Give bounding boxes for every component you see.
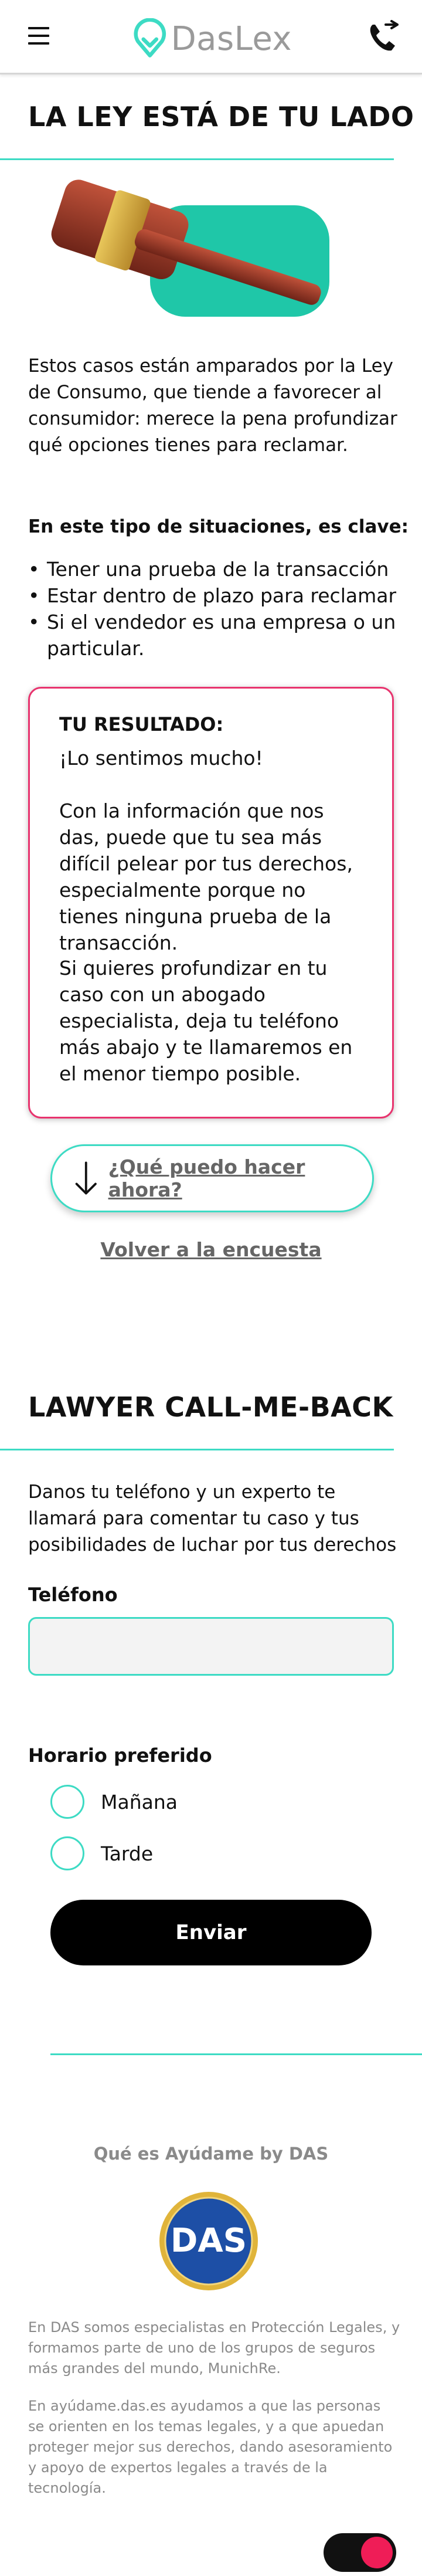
das-logo-icon: DAS xyxy=(159,2192,258,2290)
what-can-i-do-label: ¿Qué puedo hacer ahora? xyxy=(108,1155,305,1201)
list-item: Tener una prueba de la transacción xyxy=(28,556,403,582)
callback-description: Danos tu teléfono y un experto te llamar… xyxy=(28,1482,397,1555)
hamburger-menu-icon[interactable] xyxy=(28,27,49,45)
result-callback-text: Si quieres profundizar en tu caso con un… xyxy=(59,957,353,1085)
top-header: DasLex xyxy=(0,0,422,74)
what-can-i-do-button[interactable]: ¿Qué puedo hacer ahora? xyxy=(50,1144,374,1212)
key-points-heading: En este tipo de situaciones, es clave: xyxy=(28,516,409,537)
daslex-logo[interactable]: DasLex xyxy=(134,16,292,61)
arrow-down-icon xyxy=(75,1161,97,1195)
result-card: TU RESULTADO: ¡Lo sentimos mucho! Con la… xyxy=(28,687,394,1118)
toggle-switch[interactable] xyxy=(324,2533,396,2572)
submit-button[interactable]: Enviar xyxy=(50,1900,372,1965)
toggle-knob xyxy=(361,2537,393,2568)
callback-divider xyxy=(0,1449,394,1450)
list-item: Si el vendedor es una empresa o un parti… xyxy=(28,609,403,662)
phone-icon[interactable] xyxy=(366,20,401,55)
back-to-survey-link[interactable]: Volver a la encuesta xyxy=(0,1238,422,1261)
radio-afternoon[interactable] xyxy=(50,1836,84,1870)
title-divider xyxy=(0,158,394,160)
result-sorry-text: ¡Lo sentimos mucho! xyxy=(59,747,263,770)
result-explanation-text: Con la información que nos das, puede qu… xyxy=(59,799,353,954)
radio-morning[interactable] xyxy=(50,1785,84,1819)
option-label: Mañana xyxy=(101,1790,178,1814)
daslex-pin-icon xyxy=(134,18,166,57)
phone-input[interactable] xyxy=(28,1617,394,1676)
option-label: Tarde xyxy=(101,1842,154,1865)
list-item: Estar dentro de plazo para reclamar xyxy=(28,582,403,609)
brand-name: DasLex xyxy=(171,19,292,58)
footer-mission-text: En ayúdame.das.es ayudamos a que las per… xyxy=(28,2398,393,2496)
callback-title: LAWYER CALL-ME-BACK xyxy=(28,1391,393,1423)
intro-text: Estos casos están amparados por la Ley d… xyxy=(28,355,397,456)
phone-label: Teléfono xyxy=(28,1584,118,1606)
result-title: TU RESULTADO: xyxy=(59,713,224,735)
footer-about-text: En DAS somos especialistas en Protección… xyxy=(28,2319,400,2377)
schedule-label: Horario preferido xyxy=(28,1744,212,1767)
option-afternoon[interactable]: Tarde xyxy=(50,1836,153,1870)
footer-divider xyxy=(50,2053,422,2055)
gavel-illustration xyxy=(51,179,329,317)
footer-title: Qué es Ayúdame by DAS xyxy=(93,2144,329,2164)
option-morning[interactable]: Mañana xyxy=(50,1785,178,1819)
page-title: LA LEY ESTÁ DE TU LADO xyxy=(28,101,414,133)
key-points-list: Tener una prueba de la transacción Estar… xyxy=(28,556,403,662)
das-logo-text: DAS xyxy=(171,2222,247,2260)
